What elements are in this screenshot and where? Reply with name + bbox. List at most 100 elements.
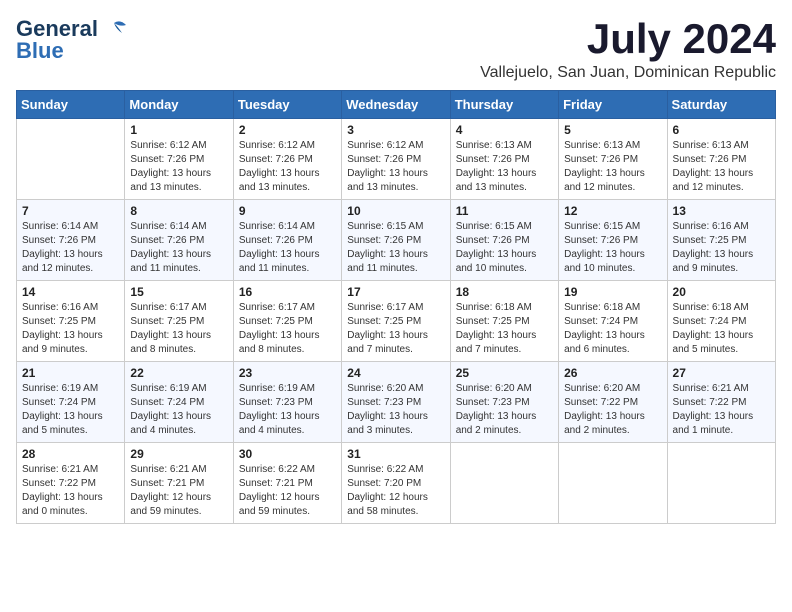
day-info: Sunrise: 6:15 AMSunset: 7:26 PMDaylight:… (347, 220, 444, 276)
sunrise-text: Sunrise: 6:13 AM (673, 139, 770, 153)
daylight-text: Daylight: 13 hours and 1 minute. (673, 410, 770, 438)
daylight-text: Daylight: 13 hours and 11 minutes. (347, 248, 444, 276)
sunset-text: Sunset: 7:25 PM (130, 315, 227, 329)
daylight-text: Daylight: 13 hours and 4 minutes. (239, 410, 336, 438)
daylight-text: Daylight: 12 hours and 59 minutes. (239, 491, 336, 519)
day-number: 3 (347, 123, 444, 137)
day-info: Sunrise: 6:13 AMSunset: 7:26 PMDaylight:… (456, 139, 553, 195)
day-number: 28 (22, 447, 119, 461)
calendar-cell: 17Sunrise: 6:17 AMSunset: 7:25 PMDayligh… (342, 281, 450, 362)
day-number: 18 (456, 285, 553, 299)
daylight-text: Daylight: 13 hours and 9 minutes. (673, 248, 770, 276)
calendar-cell: 25Sunrise: 6:20 AMSunset: 7:23 PMDayligh… (450, 362, 558, 443)
day-info: Sunrise: 6:18 AMSunset: 7:24 PMDaylight:… (673, 301, 770, 357)
day-number: 6 (673, 123, 770, 137)
sunset-text: Sunset: 7:22 PM (564, 396, 661, 410)
header: General Blue July 2024 Vallejuelo, San J… (16, 16, 776, 82)
sunset-text: Sunset: 7:21 PM (130, 477, 227, 491)
daylight-text: Daylight: 13 hours and 4 minutes. (130, 410, 227, 438)
daylight-text: Daylight: 13 hours and 2 minutes. (456, 410, 553, 438)
calendar-week-5: 28Sunrise: 6:21 AMSunset: 7:22 PMDayligh… (17, 443, 776, 524)
sunset-text: Sunset: 7:25 PM (347, 315, 444, 329)
day-info: Sunrise: 6:13 AMSunset: 7:26 PMDaylight:… (673, 139, 770, 195)
sunset-text: Sunset: 7:24 PM (564, 315, 661, 329)
calendar-cell: 16Sunrise: 6:17 AMSunset: 7:25 PMDayligh… (233, 281, 341, 362)
sunset-text: Sunset: 7:22 PM (673, 396, 770, 410)
daylight-text: Daylight: 13 hours and 13 minutes. (239, 167, 336, 195)
day-number: 5 (564, 123, 661, 137)
sunrise-text: Sunrise: 6:14 AM (22, 220, 119, 234)
day-info: Sunrise: 6:22 AMSunset: 7:21 PMDaylight:… (239, 463, 336, 519)
sunrise-text: Sunrise: 6:17 AM (130, 301, 227, 315)
calendar-cell: 31Sunrise: 6:22 AMSunset: 7:20 PMDayligh… (342, 443, 450, 524)
day-number: 19 (564, 285, 661, 299)
sunset-text: Sunset: 7:23 PM (239, 396, 336, 410)
day-number: 26 (564, 366, 661, 380)
sunset-text: Sunset: 7:22 PM (22, 477, 119, 491)
col-header-wednesday: Wednesday (342, 91, 450, 119)
sunset-text: Sunset: 7:24 PM (673, 315, 770, 329)
calendar-cell: 15Sunrise: 6:17 AMSunset: 7:25 PMDayligh… (125, 281, 233, 362)
day-number: 21 (22, 366, 119, 380)
daylight-text: Daylight: 13 hours and 13 minutes. (130, 167, 227, 195)
day-info: Sunrise: 6:15 AMSunset: 7:26 PMDaylight:… (456, 220, 553, 276)
day-info: Sunrise: 6:20 AMSunset: 7:23 PMDaylight:… (347, 382, 444, 438)
daylight-text: Daylight: 12 hours and 58 minutes. (347, 491, 444, 519)
daylight-text: Daylight: 13 hours and 7 minutes. (347, 329, 444, 357)
calendar: SundayMondayTuesdayWednesdayThursdayFrid… (16, 90, 776, 524)
day-number: 16 (239, 285, 336, 299)
daylight-text: Daylight: 13 hours and 5 minutes. (22, 410, 119, 438)
daylight-text: Daylight: 13 hours and 3 minutes. (347, 410, 444, 438)
sunset-text: Sunset: 7:26 PM (130, 153, 227, 167)
calendar-cell: 3 Sunrise: 6:12 AMSunset: 7:26 PMDaylight… (342, 119, 450, 200)
day-info: Sunrise: 6:21 AMSunset: 7:22 PMDaylight:… (673, 382, 770, 438)
sunset-text: Sunset: 7:23 PM (347, 396, 444, 410)
calendar-cell: 21Sunrise: 6:19 AMSunset: 7:24 PMDayligh… (17, 362, 125, 443)
col-header-sunday: Sunday (17, 91, 125, 119)
col-header-friday: Friday (559, 91, 667, 119)
sunset-text: Sunset: 7:26 PM (456, 234, 553, 248)
day-info: Sunrise: 6:21 AMSunset: 7:22 PMDaylight:… (22, 463, 119, 519)
calendar-week-2: 7Sunrise: 6:14 AMSunset: 7:26 PMDaylight… (17, 200, 776, 281)
calendar-cell: 4Sunrise: 6:13 AMSunset: 7:26 PMDaylight… (450, 119, 558, 200)
sunrise-text: Sunrise: 6:15 AM (347, 220, 444, 234)
sunrise-text: Sunrise: 6:13 AM (564, 139, 661, 153)
day-info: Sunrise: 6:12 AMSunset: 7:26 PMDaylight:… (239, 139, 336, 195)
day-info: Sunrise: 6:22 AMSunset: 7:20 PMDaylight:… (347, 463, 444, 519)
day-number: 12 (564, 204, 661, 218)
sunrise-text: Sunrise: 6:20 AM (564, 382, 661, 396)
col-header-monday: Monday (125, 91, 233, 119)
day-info: Sunrise: 6:15 AMSunset: 7:26 PMDaylight:… (564, 220, 661, 276)
sunset-text: Sunset: 7:25 PM (239, 315, 336, 329)
day-number: 9 (239, 204, 336, 218)
sunrise-text: Sunrise: 6:20 AM (456, 382, 553, 396)
daylight-text: Daylight: 13 hours and 7 minutes. (456, 329, 553, 357)
calendar-cell: 7 Sunrise: 6:14 AMSunset: 7:26 PMDaylight… (17, 200, 125, 281)
col-header-saturday: Saturday (667, 91, 775, 119)
sunset-text: Sunset: 7:20 PM (347, 477, 444, 491)
calendar-cell: 13Sunrise: 6:16 AMSunset: 7:25 PMDayligh… (667, 200, 775, 281)
calendar-cell: 10 Sunrise: 6:15 AMSunset: 7:26 PMDayligh… (342, 200, 450, 281)
month-title: July 2024 (480, 16, 776, 62)
sunrise-text: Sunrise: 6:18 AM (564, 301, 661, 315)
day-info: Sunrise: 6:14 AMSunset: 7:26 PMDaylight:… (239, 220, 336, 276)
day-number: 10 (347, 204, 444, 218)
sunset-text: Sunset: 7:21 PM (239, 477, 336, 491)
day-number: 7 (22, 204, 119, 218)
day-info: Sunrise: 6:12 AMSunset: 7:26 PMDaylight:… (347, 139, 444, 195)
day-info: Sunrise: 6:21 AMSunset: 7:21 PMDaylight:… (130, 463, 227, 519)
sunrise-text: Sunrise: 6:15 AM (564, 220, 661, 234)
sunrise-text: Sunrise: 6:20 AM (347, 382, 444, 396)
daylight-text: Daylight: 13 hours and 11 minutes. (130, 248, 227, 276)
sunrise-text: Sunrise: 6:19 AM (130, 382, 227, 396)
sunset-text: Sunset: 7:26 PM (22, 234, 119, 248)
sunrise-text: Sunrise: 6:21 AM (130, 463, 227, 477)
sunrise-text: Sunrise: 6:16 AM (673, 220, 770, 234)
day-info: Sunrise: 6:19 AMSunset: 7:23 PMDaylight:… (239, 382, 336, 438)
daylight-text: Daylight: 13 hours and 5 minutes. (673, 329, 770, 357)
day-number: 15 (130, 285, 227, 299)
sunrise-text: Sunrise: 6:15 AM (456, 220, 553, 234)
sunset-text: Sunset: 7:24 PM (130, 396, 227, 410)
day-info: Sunrise: 6:14 AMSunset: 7:26 PMDaylight:… (22, 220, 119, 276)
calendar-cell: 20Sunrise: 6:18 AMSunset: 7:24 PMDayligh… (667, 281, 775, 362)
